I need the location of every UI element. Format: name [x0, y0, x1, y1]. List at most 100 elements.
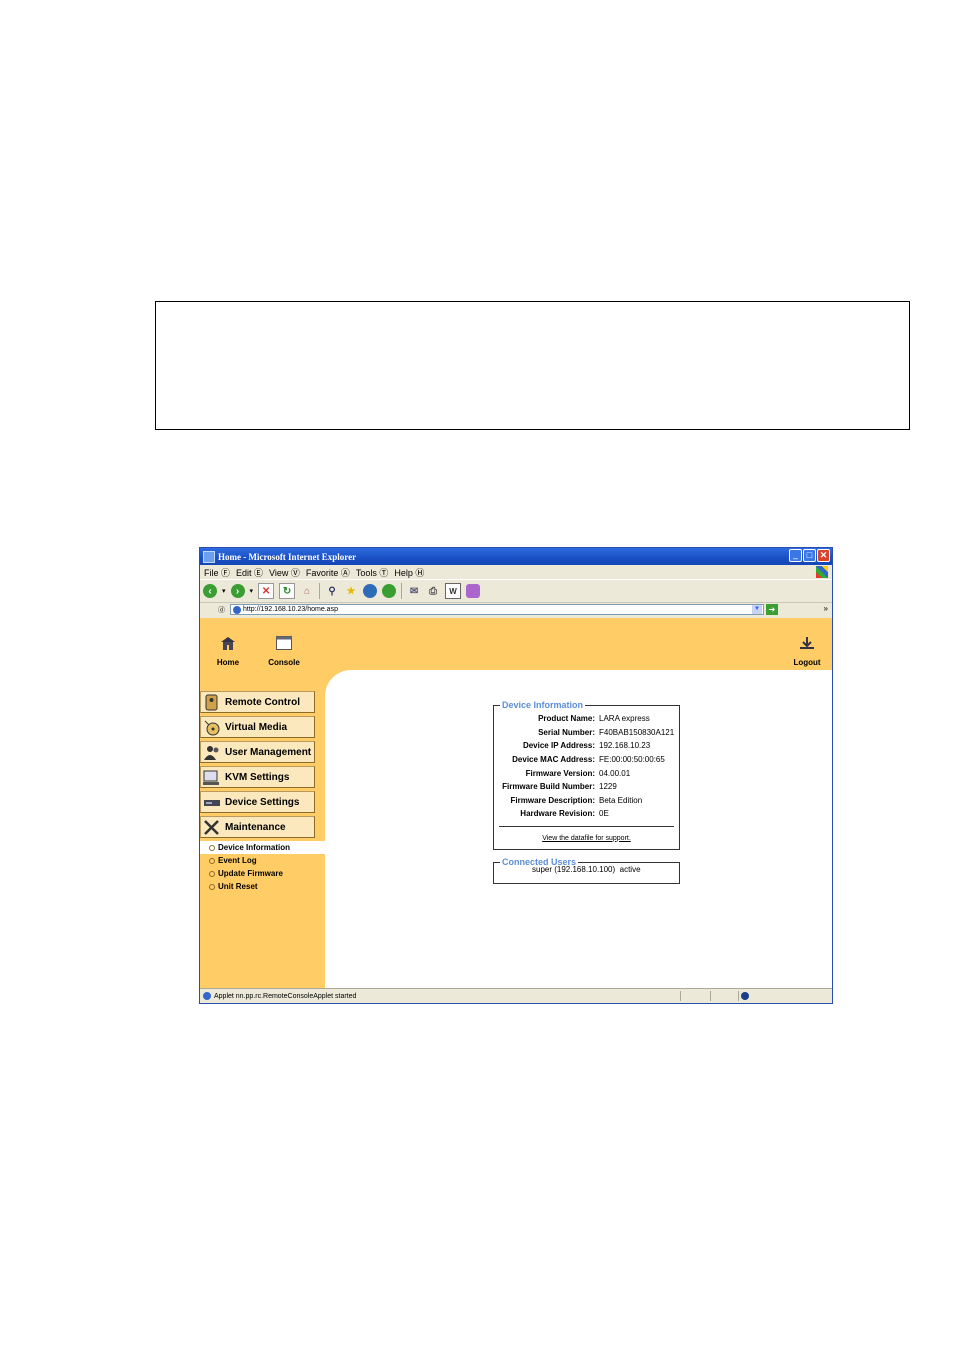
- internet-zone-icon: [741, 992, 749, 1000]
- status-divider: [680, 991, 681, 1001]
- address-url: http://192.168.10.23/home.asp: [243, 606, 338, 613]
- device-settings-icon: [204, 799, 220, 806]
- sidebar-item-label: Device Settings: [225, 796, 300, 808]
- sidebar-item-label: Remote Control: [225, 696, 300, 708]
- nav-console[interactable]: Console: [264, 636, 304, 667]
- sidebar-item-label: User Management: [225, 746, 312, 758]
- remote-control-icon: [205, 694, 218, 710]
- messenger-icon[interactable]: [466, 584, 481, 598]
- sidebar: Remote Control Virtual Media User Manage…: [200, 691, 326, 893]
- sidebar-item-virtual-media[interactable]: Virtual Media: [200, 716, 315, 738]
- status-divider: [738, 991, 739, 1001]
- console-icon: [276, 636, 292, 650]
- info-row: Firmware Version: 04.00.01: [525, 768, 631, 778]
- empty-note-box: [155, 301, 910, 430]
- home-icon: [221, 637, 235, 650]
- info-row: Device MAC Address: FE:00:00:50:00:65: [512, 755, 665, 765]
- ie-icon: [203, 550, 215, 563]
- info-row: Device IP Address: 192.168.10.23: [522, 741, 651, 751]
- toolbar-chevron-icon[interactable]: »: [824, 604, 828, 613]
- submenu-label: Unit Reset: [218, 882, 258, 891]
- info-row: Firmware Build Number: 1229: [502, 782, 617, 792]
- virtual-media-icon: [204, 720, 220, 735]
- stop-icon[interactable]: ✕: [258, 583, 275, 599]
- media-icon[interactable]: [363, 584, 378, 598]
- tools-icon: [204, 819, 219, 835]
- windows-logo-icon: [816, 566, 828, 578]
- submenu-event-log[interactable]: Event Log: [200, 854, 326, 867]
- nav-logout-label: Logout: [793, 658, 821, 667]
- submenu-label: Event Log: [218, 856, 257, 865]
- submenu-update-firmware[interactable]: Update Firmware: [200, 867, 326, 880]
- submenu-device-information[interactable]: Device Information: [200, 841, 326, 854]
- forward-icon[interactable]: ›: [230, 584, 245, 598]
- nav-logout[interactable]: Logout: [787, 636, 827, 667]
- kvm-settings-icon: [203, 770, 219, 785]
- info-row: Firmware Description: Beta Edition: [510, 795, 643, 805]
- forward-dropdown-icon[interactable]: ▾: [250, 587, 254, 595]
- logout-icon: [800, 637, 814, 649]
- menu-favorite[interactable]: Favorite Ⓐ: [306, 566, 350, 579]
- submenu-unit-reset[interactable]: Unit Reset: [200, 880, 326, 893]
- status-text: Applet nn.pp.rc.RemoteConsoleApplet star…: [214, 992, 357, 1000]
- info-row: Serial Number: F40BAB150830A121: [538, 727, 675, 737]
- bullet-icon: [209, 883, 215, 890]
- status-divider: [710, 991, 711, 1001]
- status-bar: Applet nn.pp.rc.RemoteConsoleApplet star…: [200, 988, 832, 1003]
- home-icon[interactable]: ⌂: [300, 584, 314, 598]
- toolbar-separator: [401, 583, 403, 599]
- browser-window: Home - Microsoft Internet Explorer _ □ ✕…: [199, 547, 833, 1004]
- sidebar-item-maintenance[interactable]: Maintenance: [200, 816, 315, 838]
- refresh-icon[interactable]: ↻: [279, 583, 296, 599]
- address-input[interactable]: http://192.168.10.23/home.asp: [230, 604, 764, 615]
- page-icon: [233, 605, 241, 614]
- go-button[interactable]: ➜: [766, 604, 778, 615]
- close-button[interactable]: ✕: [817, 549, 830, 562]
- print-icon[interactable]: ⎙: [426, 584, 440, 598]
- address-bar: ⓓ http://192.168.10.23/home.asp ▼ ➜ »: [200, 603, 832, 617]
- menu-bar: File Ⓕ Edit Ⓔ View Ⓥ Favorite Ⓐ Tools Ⓣ …: [200, 565, 832, 579]
- search-icon[interactable]: ⚲: [325, 584, 339, 598]
- window-title: Home - Microsoft Internet Explorer: [218, 551, 357, 562]
- title-bar[interactable]: Home - Microsoft Internet Explorer _ □ ✕: [200, 548, 832, 565]
- sidebar-item-remote-control[interactable]: Remote Control: [200, 691, 315, 713]
- page-status-icon: [203, 992, 211, 1000]
- datafile-link[interactable]: View the datafile for support.: [494, 835, 679, 842]
- submenu-label: Update Firmware: [218, 869, 283, 878]
- sidebar-item-user-management[interactable]: User Management: [200, 741, 315, 763]
- page-content: Home Console Logout Remote Control Virtu…: [200, 618, 832, 989]
- address-dropdown-icon[interactable]: ▼: [752, 605, 762, 614]
- device-info-panel: Device Information Product Name: LARA exp…: [493, 700, 680, 850]
- toolbar-separator: [319, 583, 321, 599]
- bullet-icon: [209, 857, 215, 864]
- sidebar-item-label: Virtual Media: [225, 721, 288, 733]
- history-icon[interactable]: [382, 584, 397, 598]
- connected-users-panel: Connected Users super (192.168.10.100) a…: [493, 857, 680, 884]
- minimize-button[interactable]: _: [789, 549, 802, 562]
- menu-view[interactable]: View Ⓥ: [269, 566, 300, 579]
- back-dropdown-icon[interactable]: ▾: [222, 587, 226, 595]
- favorites-icon[interactable]: ★: [344, 584, 358, 598]
- divider: [499, 825, 674, 827]
- maximize-button[interactable]: □: [803, 549, 816, 562]
- submenu-label: Device Information: [218, 843, 291, 852]
- menu-tools[interactable]: Tools Ⓣ: [356, 566, 389, 579]
- bullet-icon: [209, 870, 215, 877]
- sidebar-item-label: KVM Settings: [225, 771, 290, 783]
- info-row: Hardware Revision: 0E: [520, 809, 609, 819]
- back-icon[interactable]: ‹: [203, 584, 217, 598]
- menu-help[interactable]: Help Ⓗ: [394, 566, 424, 579]
- mail-icon[interactable]: ✉: [407, 584, 421, 598]
- sidebar-item-device-settings[interactable]: Device Settings: [200, 791, 315, 813]
- menu-file[interactable]: File Ⓕ: [204, 566, 230, 579]
- nav-home[interactable]: Home: [208, 636, 248, 667]
- info-row: Product Name: LARA express: [538, 714, 650, 724]
- sidebar-item-kvm-settings[interactable]: KVM Settings: [200, 766, 315, 788]
- device-info-legend: Device Information: [502, 700, 584, 710]
- toolbar: ‹ ▾ › ▾ ✕ ↻ ⌂ ⚲ ★ ✉ ⎙ W: [200, 579, 832, 603]
- menu-edit[interactable]: Edit Ⓔ: [236, 566, 263, 579]
- bullet-icon: [209, 844, 215, 851]
- user-management-icon: [204, 745, 219, 760]
- edit-icon[interactable]: W: [445, 583, 462, 599]
- main-panel: Device Information Product Name: LARA exp…: [325, 670, 832, 989]
